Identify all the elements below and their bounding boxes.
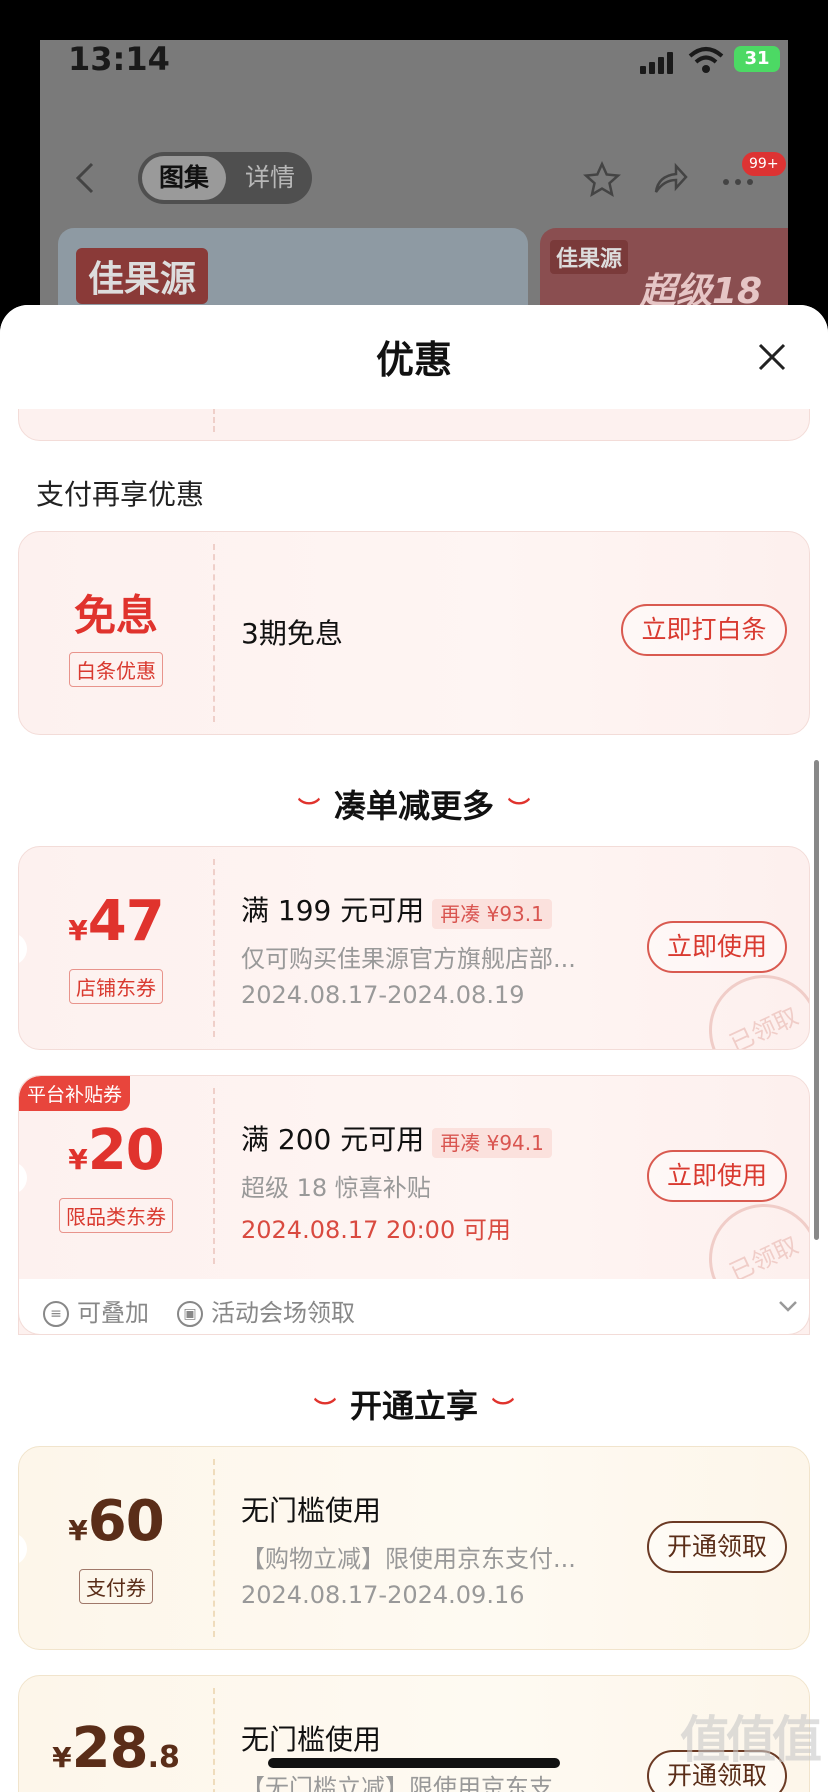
share-icon[interactable] bbox=[650, 160, 690, 200]
coupon-card: ¥47 店铺东券 满 199 元可用 再凑 ¥93.1 仅可购买佳果源官方旗舰店部… bbox=[18, 846, 810, 1050]
back-icon[interactable] bbox=[70, 160, 102, 196]
coupon-amount: ¥47 bbox=[68, 889, 164, 954]
brand-logo-small: 佳果源 bbox=[550, 240, 629, 274]
product-page-background: 13:14 31 图集 详情 99+ 佳果源 佳果源 超级18 bbox=[40, 40, 788, 320]
signal-icon bbox=[640, 50, 674, 74]
home-indicator[interactable] bbox=[268, 1758, 560, 1768]
brand-logo: 佳果源 bbox=[76, 248, 209, 304]
pay-section-label: 支付再享优惠 bbox=[36, 478, 205, 511]
ticket-icon: ▣ bbox=[177, 1301, 203, 1327]
coupon-date: 2024.08.17-2024.08.19 bbox=[241, 981, 525, 1009]
coupon-type-tag: 限品类东券 bbox=[59, 1198, 173, 1233]
coupon-desc: 【无门槛立减】限使用京东支... bbox=[241, 1774, 576, 1792]
more-badge: 99+ bbox=[742, 152, 786, 176]
coupon-available-time: 2024.08.17 20:00 可用 bbox=[241, 1216, 511, 1244]
watermark-logo: 值值值 bbox=[680, 1711, 822, 1769]
close-icon[interactable] bbox=[756, 341, 788, 373]
coupon-title: 无门槛使用 bbox=[241, 1723, 382, 1756]
stack-icon: ≡ bbox=[43, 1301, 69, 1327]
coupon-desc: 超级 18 惊喜补贴 bbox=[241, 1174, 431, 1202]
status-time: 13:14 bbox=[68, 40, 170, 78]
baitiao-tag: 白条优惠 bbox=[69, 652, 163, 687]
sheet-header: 优惠 bbox=[0, 305, 828, 409]
coupon-footer: ≡ 可叠加 ▣ 活动会场领取 bbox=[18, 1279, 810, 1335]
coupon-amount: ¥28.8 bbox=[52, 1716, 180, 1781]
baitiao-button[interactable]: 立即打白条 bbox=[621, 604, 787, 656]
coupon-need-badge: 再凑 ¥94.1 bbox=[432, 1127, 552, 1158]
source-label: ▣ 活动会场领取 bbox=[177, 1293, 355, 1328]
favorite-star-icon[interactable] bbox=[582, 160, 622, 200]
coupon-amount: ¥60 bbox=[68, 1489, 164, 1554]
coupon-title: 满 199 元可用 再凑 ¥93.1 bbox=[241, 889, 552, 929]
pay-coupon-card: ¥60 支付券 无门槛使用 【购物立减】限使用京东支付... 2024.08.1… bbox=[18, 1446, 810, 1650]
coupon-title: 满 200 元可用 再凑 ¥94.1 bbox=[241, 1118, 552, 1158]
coupon-need-badge: 再凑 ¥93.1 bbox=[432, 898, 552, 929]
chevron-down-icon[interactable] bbox=[777, 1295, 799, 1317]
sheet-title: 优惠 bbox=[375, 338, 452, 382]
coupon-title: 无门槛使用 bbox=[241, 1494, 382, 1527]
baitiao-big-text: 免息 bbox=[73, 591, 158, 640]
baitiao-title: 3期免息 bbox=[241, 617, 343, 650]
coupon-desc: 【购物立减】限使用京东支付... bbox=[241, 1545, 576, 1573]
tab-details[interactable]: 详情 bbox=[230, 156, 310, 200]
scrollbar[interactable] bbox=[814, 760, 819, 1240]
coupon-desc: 仅可购买佳果源官方旗舰店部... bbox=[241, 945, 576, 973]
discount-sheet: 优惠 支付再享优惠 免息 白条优惠 3期免息 立即打白条 ︶ 凑单减更多 ︶ ¥47… bbox=[0, 305, 828, 1792]
use-now-button[interactable]: 立即使用 bbox=[647, 1150, 787, 1202]
coupon-type-tag: 店铺东券 bbox=[69, 969, 163, 1004]
activate-claim-button[interactable]: 开通领取 bbox=[647, 1521, 787, 1573]
section-heading-open: ︶ 开通立享 ︶ bbox=[313, 1387, 515, 1425]
wifi-icon bbox=[688, 47, 724, 73]
coupon-amount: ¥20 bbox=[68, 1118, 164, 1183]
battery-indicator: 31 bbox=[734, 46, 780, 72]
view-toggle: 图集 详情 bbox=[138, 152, 312, 204]
baitiao-card: 免息 白条优惠 3期免息 立即打白条 bbox=[18, 531, 810, 735]
coupon-date: 2024.08.17-2024.09.16 bbox=[241, 1581, 525, 1609]
use-now-button[interactable]: 立即使用 bbox=[647, 921, 787, 973]
stackable-label: ≡ 可叠加 bbox=[43, 1293, 149, 1328]
status-bar: 13:14 31 bbox=[40, 40, 788, 100]
section-heading-more: ︶ 凑单减更多 ︶ bbox=[297, 787, 531, 825]
coupon-type-tag: 支付券 bbox=[79, 1569, 153, 1604]
tab-gallery[interactable]: 图集 bbox=[142, 156, 226, 200]
top-nav: 图集 详情 99+ bbox=[40, 140, 788, 214]
